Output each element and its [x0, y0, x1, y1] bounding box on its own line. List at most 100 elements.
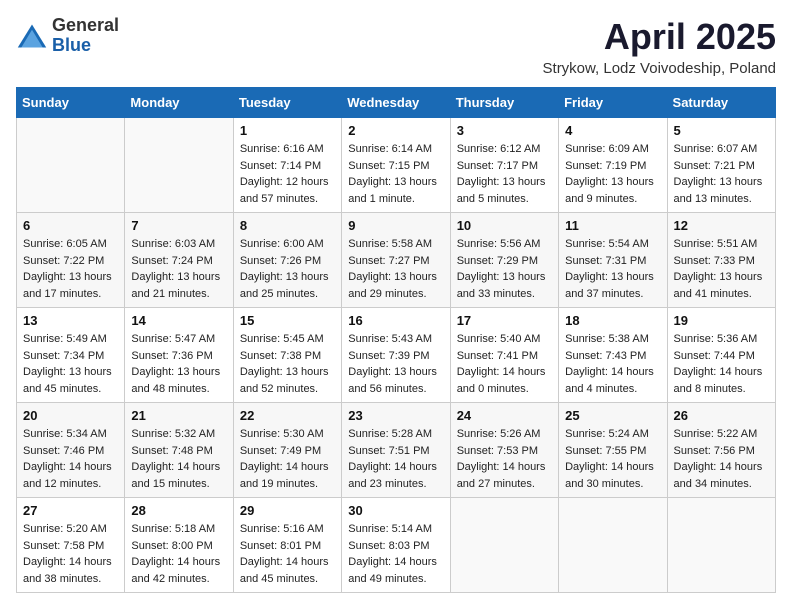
- logo: General Blue: [16, 16, 119, 56]
- logo-blue-text: Blue: [52, 36, 119, 56]
- calendar-cell: [17, 118, 125, 213]
- day-info: Sunrise: 5:54 AM Sunset: 7:31 PM Dayligh…: [565, 236, 661, 302]
- calendar-cell: 25 Sunrise: 5:24 AM Sunset: 7:55 PM Dayli…: [559, 403, 667, 498]
- day-number: 16: [348, 313, 444, 328]
- day-info: Sunrise: 5:32 AM Sunset: 7:48 PM Dayligh…: [131, 426, 227, 492]
- day-info: Sunrise: 5:34 AM Sunset: 7:46 PM Dayligh…: [23, 426, 119, 492]
- day-info: Sunrise: 5:26 AM Sunset: 7:53 PM Dayligh…: [457, 426, 553, 492]
- calendar-cell: 16 Sunrise: 5:43 AM Sunset: 7:39 PM Dayli…: [342, 308, 450, 403]
- day-number: 6: [23, 218, 119, 233]
- day-number: 23: [348, 408, 444, 423]
- weekday-header-tuesday: Tuesday: [233, 88, 341, 118]
- day-info: Sunrise: 6:16 AM Sunset: 7:14 PM Dayligh…: [240, 141, 336, 207]
- day-number: 29: [240, 503, 336, 518]
- day-info: Sunrise: 5:43 AM Sunset: 7:39 PM Dayligh…: [348, 331, 444, 397]
- day-info: Sunrise: 6:12 AM Sunset: 7:17 PM Dayligh…: [457, 141, 553, 207]
- calendar-cell: [125, 118, 233, 213]
- day-info: Sunrise: 6:07 AM Sunset: 7:21 PM Dayligh…: [674, 141, 770, 207]
- calendar-cell: 30 Sunrise: 5:14 AM Sunset: 8:03 PM Dayli…: [342, 498, 450, 593]
- location-subtitle: Strykow, Lodz Voivodeship, Poland: [543, 60, 776, 77]
- day-number: 14: [131, 313, 227, 328]
- day-info: Sunrise: 5:24 AM Sunset: 7:55 PM Dayligh…: [565, 426, 661, 492]
- day-info: Sunrise: 5:51 AM Sunset: 7:33 PM Dayligh…: [674, 236, 770, 302]
- calendar-week-2: 6 Sunrise: 6:05 AM Sunset: 7:22 PM Daylig…: [17, 213, 776, 308]
- day-number: 24: [457, 408, 553, 423]
- day-number: 10: [457, 218, 553, 233]
- day-info: Sunrise: 5:45 AM Sunset: 7:38 PM Dayligh…: [240, 331, 336, 397]
- calendar-cell: 11Sunrise: 5:54 AM Sunset: 7:31 PM Dayli…: [559, 213, 667, 308]
- calendar-cell: 14Sunrise: 5:47 AM Sunset: 7:36 PM Dayli…: [125, 308, 233, 403]
- day-number: 15: [240, 313, 336, 328]
- day-info: Sunrise: 6:00 AM Sunset: 7:26 PM Dayligh…: [240, 236, 336, 302]
- calendar-cell: 18 Sunrise: 5:38 AM Sunset: 7:43 PM Dayli…: [559, 308, 667, 403]
- day-number: 4: [565, 123, 661, 138]
- calendar-week-3: 13 Sunrise: 5:49 AM Sunset: 7:34 PM Dayli…: [17, 308, 776, 403]
- day-info: Sunrise: 5:18 AM Sunset: 8:00 PM Dayligh…: [131, 521, 227, 587]
- weekday-header-monday: Monday: [125, 88, 233, 118]
- calendar-cell: [450, 498, 558, 593]
- calendar-cell: 29 Sunrise: 5:16 AM Sunset: 8:01 PM Dayli…: [233, 498, 341, 593]
- calendar-cell: 6 Sunrise: 6:05 AM Sunset: 7:22 PM Daylig…: [17, 213, 125, 308]
- day-number: 9: [348, 218, 444, 233]
- day-info: Sunrise: 5:20 AM Sunset: 7:58 PM Dayligh…: [23, 521, 119, 587]
- day-info: Sunrise: 5:30 AM Sunset: 7:49 PM Dayligh…: [240, 426, 336, 492]
- page-header: General Blue April 2025 Strykow, Lodz Vo…: [16, 16, 776, 77]
- day-info: Sunrise: 5:49 AM Sunset: 7:34 PM Dayligh…: [23, 331, 119, 397]
- calendar-cell: 12 Sunrise: 5:51 AM Sunset: 7:33 PM Dayli…: [667, 213, 775, 308]
- day-number: 18: [565, 313, 661, 328]
- calendar-cell: 1 Sunrise: 6:16 AM Sunset: 7:14 PM Daylig…: [233, 118, 341, 213]
- weekday-header-wednesday: Wednesday: [342, 88, 450, 118]
- weekday-header-saturday: Saturday: [667, 88, 775, 118]
- calendar-week-1: 1 Sunrise: 6:16 AM Sunset: 7:14 PM Daylig…: [17, 118, 776, 213]
- calendar-cell: 3Sunrise: 6:12 AM Sunset: 7:17 PM Daylig…: [450, 118, 558, 213]
- day-number: 7: [131, 218, 227, 233]
- calendar-cell: [667, 498, 775, 593]
- day-info: Sunrise: 5:22 AM Sunset: 7:56 PM Dayligh…: [674, 426, 770, 492]
- calendar-cell: 15 Sunrise: 5:45 AM Sunset: 7:38 PM Dayli…: [233, 308, 341, 403]
- calendar-week-5: 27 Sunrise: 5:20 AM Sunset: 7:58 PM Dayli…: [17, 498, 776, 593]
- logo-icon: [16, 22, 48, 50]
- logo-general-text: General: [52, 16, 119, 36]
- day-number: 26: [674, 408, 770, 423]
- calendar-cell: [559, 498, 667, 593]
- calendar-cell: 17Sunrise: 5:40 AM Sunset: 7:41 PM Dayli…: [450, 308, 558, 403]
- weekday-header-friday: Friday: [559, 88, 667, 118]
- calendar-cell: 13 Sunrise: 5:49 AM Sunset: 7:34 PM Dayli…: [17, 308, 125, 403]
- day-number: 2: [348, 123, 444, 138]
- calendar-cell: 8 Sunrise: 6:00 AM Sunset: 7:26 PM Daylig…: [233, 213, 341, 308]
- day-info: Sunrise: 6:14 AM Sunset: 7:15 PM Dayligh…: [348, 141, 444, 207]
- day-number: 30: [348, 503, 444, 518]
- calendar-cell: 23 Sunrise: 5:28 AM Sunset: 7:51 PM Dayli…: [342, 403, 450, 498]
- calendar-cell: 2 Sunrise: 6:14 AM Sunset: 7:15 PM Daylig…: [342, 118, 450, 213]
- day-number: 28: [131, 503, 227, 518]
- day-number: 27: [23, 503, 119, 518]
- calendar-cell: 5 Sunrise: 6:07 AM Sunset: 7:21 PM Daylig…: [667, 118, 775, 213]
- day-number: 22: [240, 408, 336, 423]
- day-number: 5: [674, 123, 770, 138]
- calendar-cell: 21 Sunrise: 5:32 AM Sunset: 7:48 PM Dayli…: [125, 403, 233, 498]
- calendar-table: SundayMondayTuesdayWednesdayThursdayFrid…: [16, 87, 776, 593]
- day-number: 13: [23, 313, 119, 328]
- calendar-week-4: 20Sunrise: 5:34 AM Sunset: 7:46 PM Dayli…: [17, 403, 776, 498]
- day-info: Sunrise: 5:14 AM Sunset: 8:03 PM Dayligh…: [348, 521, 444, 587]
- weekday-header-sunday: Sunday: [17, 88, 125, 118]
- calendar-cell: 7 Sunrise: 6:03 AM Sunset: 7:24 PM Daylig…: [125, 213, 233, 308]
- day-number: 1: [240, 123, 336, 138]
- calendar-cell: 26 Sunrise: 5:22 AM Sunset: 7:56 PM Dayli…: [667, 403, 775, 498]
- logo-text: General Blue: [52, 16, 119, 56]
- calendar-cell: 24 Sunrise: 5:26 AM Sunset: 7:53 PM Dayli…: [450, 403, 558, 498]
- day-info: Sunrise: 5:58 AM Sunset: 7:27 PM Dayligh…: [348, 236, 444, 302]
- day-info: Sunrise: 5:28 AM Sunset: 7:51 PM Dayligh…: [348, 426, 444, 492]
- day-info: Sunrise: 5:40 AM Sunset: 7:41 PM Dayligh…: [457, 331, 553, 397]
- day-number: 21: [131, 408, 227, 423]
- day-info: Sunrise: 5:38 AM Sunset: 7:43 PM Dayligh…: [565, 331, 661, 397]
- calendar-cell: 4Sunrise: 6:09 AM Sunset: 7:19 PM Daylig…: [559, 118, 667, 213]
- calendar-cell: 9 Sunrise: 5:58 AM Sunset: 7:27 PM Daylig…: [342, 213, 450, 308]
- day-number: 12: [674, 218, 770, 233]
- day-info: Sunrise: 5:16 AM Sunset: 8:01 PM Dayligh…: [240, 521, 336, 587]
- day-info: Sunrise: 6:05 AM Sunset: 7:22 PM Dayligh…: [23, 236, 119, 302]
- day-number: 25: [565, 408, 661, 423]
- day-number: 8: [240, 218, 336, 233]
- day-info: Sunrise: 6:03 AM Sunset: 7:24 PM Dayligh…: [131, 236, 227, 302]
- calendar-cell: 22 Sunrise: 5:30 AM Sunset: 7:49 PM Dayli…: [233, 403, 341, 498]
